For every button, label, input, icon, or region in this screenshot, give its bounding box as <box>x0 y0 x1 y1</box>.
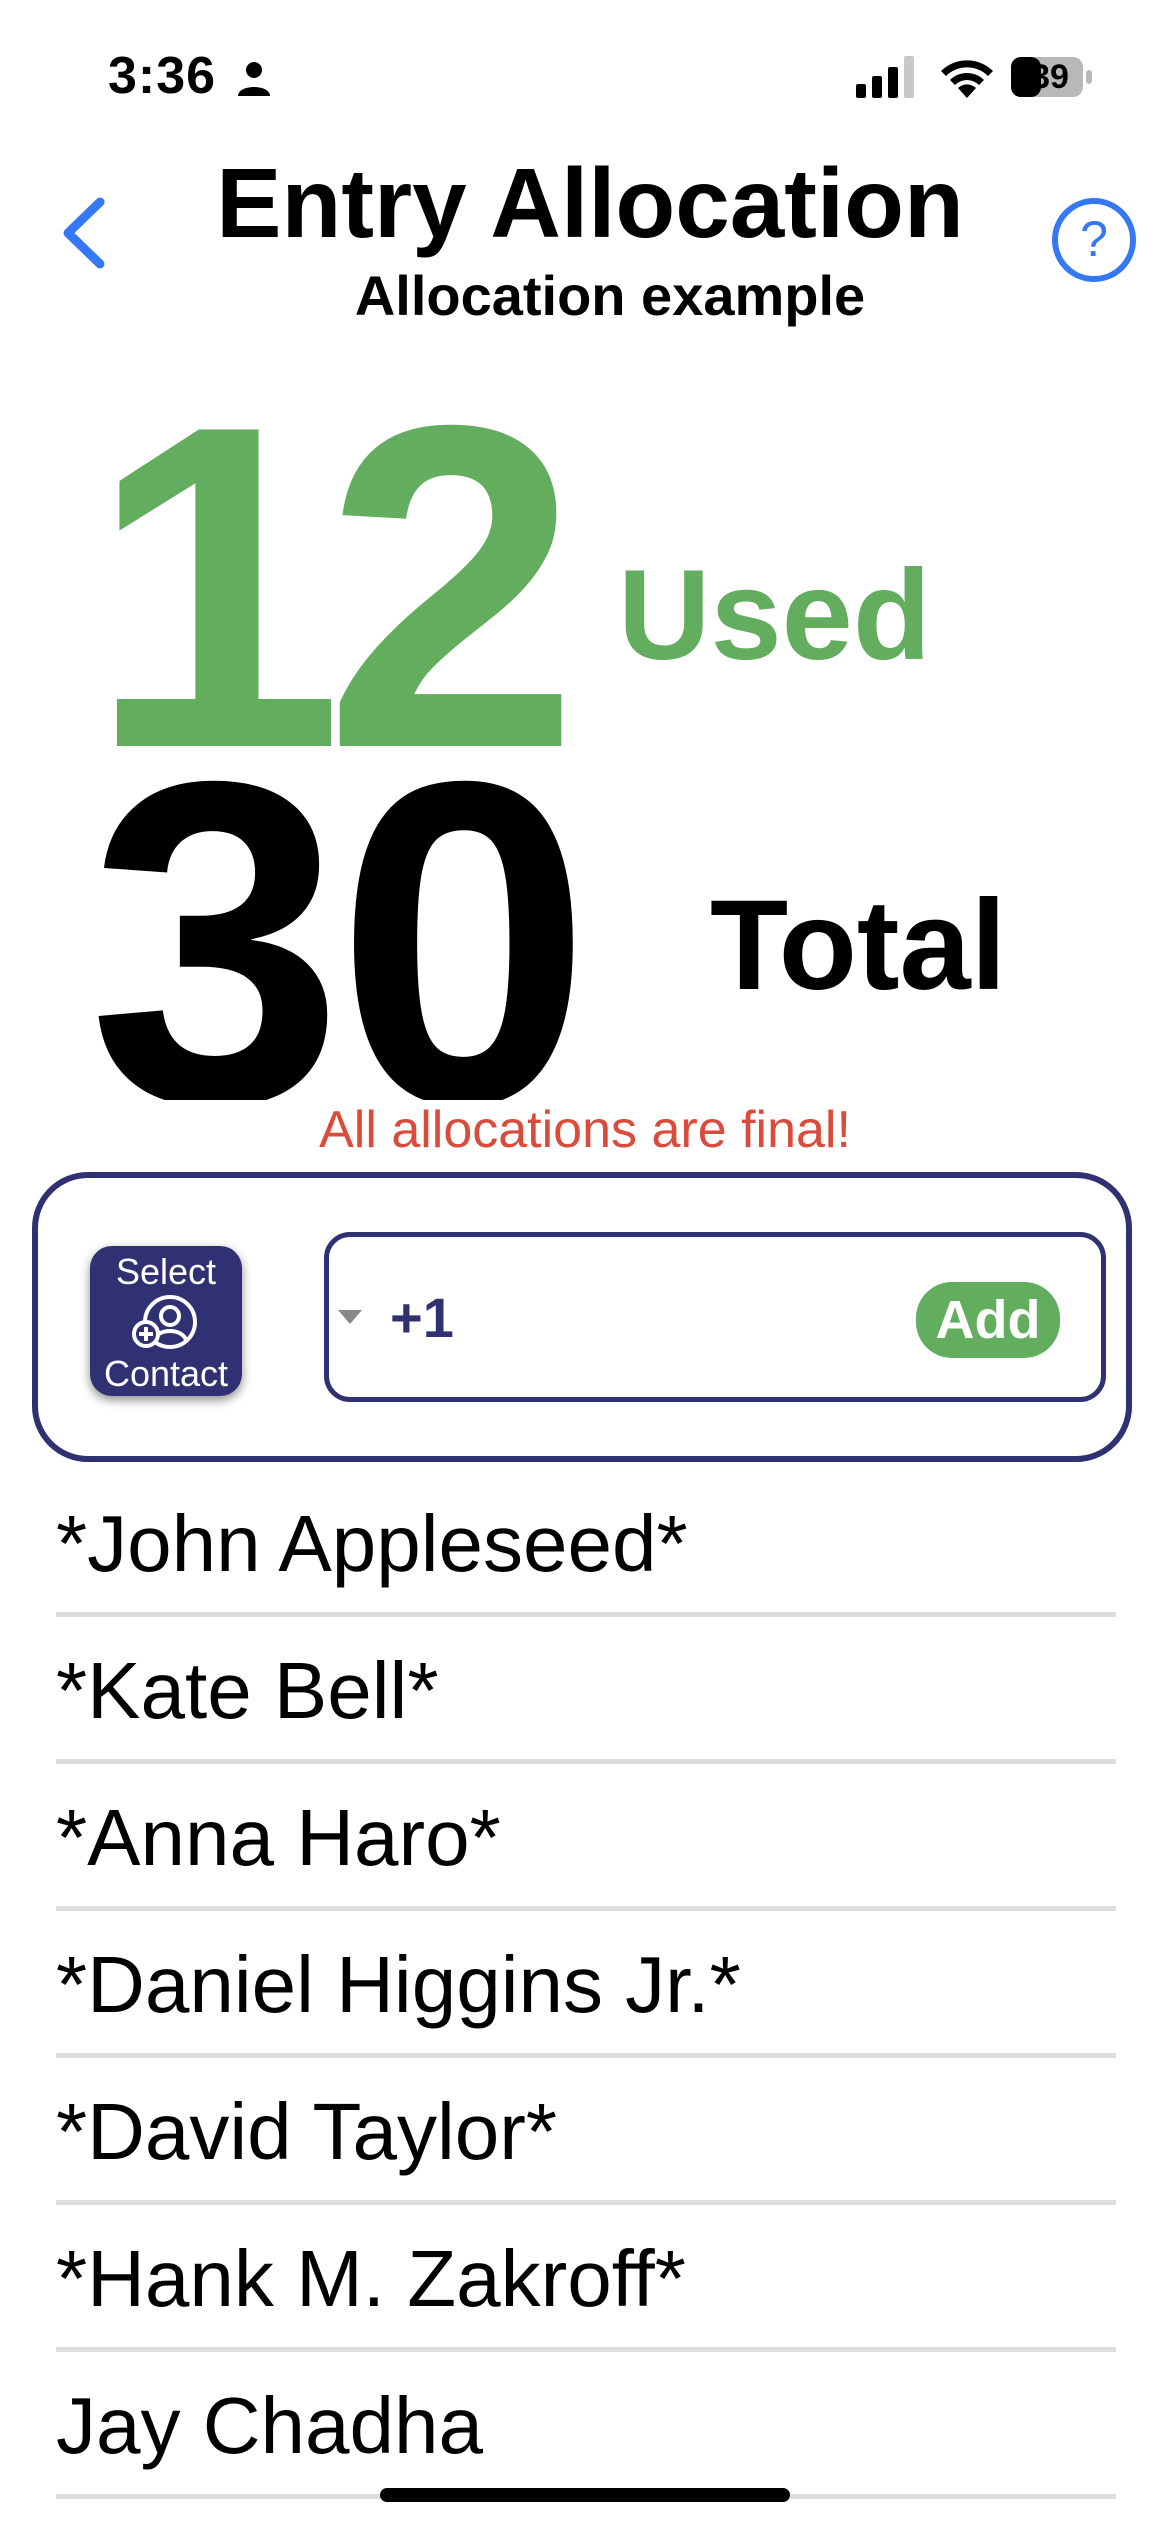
wifi-icon <box>941 60 993 98</box>
add-contact-icon <box>132 1295 197 1349</box>
contact-name: *John Appleseed* <box>56 1499 688 1588</box>
help-button[interactable]: ? <box>1050 196 1138 284</box>
back-button[interactable] <box>56 196 116 270</box>
contact-name: *Anna Haro* <box>56 1793 501 1882</box>
battery-level: 39 <box>1031 58 1069 96</box>
contact-list: *John Appleseed* *Kate Bell* *Anna Haro*… <box>56 1470 1116 2499</box>
list-item[interactable]: *John Appleseed* <box>56 1470 1116 1617</box>
add-button[interactable]: Add <box>916 1282 1060 1358</box>
contact-name: *David Taylor* <box>56 2087 557 2176</box>
used-label: Used <box>618 544 931 687</box>
total-label: Total <box>710 874 1007 1017</box>
contact-name: *Kate Bell* <box>56 1646 439 1735</box>
select-contact-label-bottom: Contact <box>103 1353 229 1394</box>
list-item[interactable]: *Daniel Higgins Jr.* <box>56 1911 1116 2058</box>
total-count: 30 <box>88 687 592 1200</box>
contact-name: *Hank M. Zakroff* <box>56 2234 686 2323</box>
list-item[interactable]: *Kate Bell* <box>56 1617 1116 1764</box>
status-time: 3:36 <box>108 47 217 105</box>
select-contact-label-top: Select <box>115 1251 217 1292</box>
country-code[interactable]: +1 <box>390 1286 454 1350</box>
contact-name: Jay Chadha <box>56 2381 483 2470</box>
list-item[interactable]: *David Taylor* <box>56 2058 1116 2205</box>
final-warning: All allocations are final! <box>319 1101 851 1159</box>
cellular-signal-icon <box>856 56 914 98</box>
page-title: Entry Allocation <box>216 148 964 258</box>
select-contact-button[interactable]: Select Contact <box>90 1246 242 1396</box>
list-item[interactable]: *Hank M. Zakroff* <box>56 2205 1116 2352</box>
entry-allocation-screen: 3:36 39 Entry Allocation Allocation exam… <box>0 0 1170 2532</box>
page-subtitle: Allocation example <box>354 264 866 327</box>
svg-text:?: ? <box>1080 211 1108 267</box>
contact-name: *Daniel Higgins Jr.* <box>56 1940 741 2029</box>
list-item[interactable]: *Anna Haro* <box>56 1764 1116 1911</box>
person-icon <box>238 62 270 96</box>
caret-down-icon[interactable] <box>338 1310 362 1326</box>
list-item[interactable]: Jay Chadha <box>56 2352 1116 2499</box>
home-indicator[interactable] <box>380 2488 790 2502</box>
